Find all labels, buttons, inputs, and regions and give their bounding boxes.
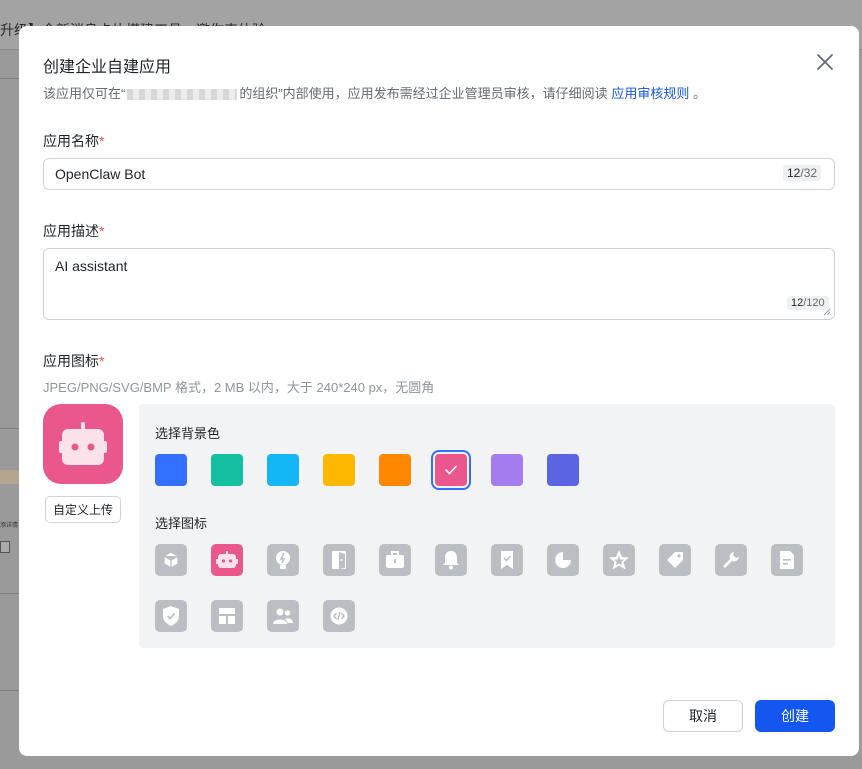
app-desc-value: AI assistant	[55, 258, 128, 274]
check-icon	[445, 465, 457, 475]
icon-option-users[interactable]	[267, 600, 299, 632]
robot-icon	[216, 551, 238, 568]
background-divider	[0, 428, 20, 429]
background-stripe	[0, 470, 20, 484]
subtitle-prefix: 该应用仅可在“	[43, 86, 126, 101]
icon-option-layout[interactable]	[211, 600, 243, 632]
app-desc-label: 应用描述*	[43, 221, 104, 241]
icon-option-lightbulb[interactable]	[267, 544, 299, 576]
cancel-button[interactable]: 取消	[663, 700, 743, 732]
app-icon-hint: JPEG/PNG/SVG/BMP 格式，2 MB 以内，大于 240*240 p…	[43, 380, 435, 395]
counter-max: /32	[800, 166, 818, 180]
star-icon	[609, 550, 629, 570]
background-divider	[0, 78, 20, 79]
background-tiny-text: 添详情	[0, 523, 19, 529]
robot-icon	[59, 422, 107, 465]
icon-option-shield-check[interactable]	[155, 600, 187, 632]
resize-handle-icon[interactable]	[823, 308, 831, 316]
bg-color-swatch[interactable]	[211, 454, 243, 486]
app-name-label: 应用名称*	[43, 131, 104, 151]
masked-org-name	[127, 89, 238, 101]
bell-icon	[443, 551, 459, 570]
cube-icon	[163, 551, 179, 569]
counter-current: 12	[791, 297, 804, 309]
icon-option-tag[interactable]	[659, 544, 691, 576]
subtitle-suffix: 。	[692, 86, 706, 101]
create-button[interactable]: 创建	[755, 700, 835, 732]
app-name-value: OpenClaw Bot	[55, 166, 146, 182]
icon-option-briefcase[interactable]	[379, 544, 411, 576]
background-divider	[0, 593, 20, 594]
bookmark-check-icon	[501, 551, 513, 569]
shield-check-icon	[163, 606, 179, 626]
bg-color-swatch[interactable]	[547, 454, 579, 486]
briefcase-icon	[386, 551, 404, 568]
app-name-char-counter: 12/32	[783, 165, 822, 181]
create-app-dialog: 创建企业自建应用 该应用仅可在“ 的组织”内部使用，应用发布需经过企业管理员审核，…	[19, 26, 859, 756]
wrench-icon	[723, 552, 739, 568]
icon-option-wrench[interactable]	[715, 544, 747, 576]
background-checkbox	[0, 541, 10, 553]
icon-picker-panel: 选择背景色 选择图标	[139, 404, 835, 648]
users-icon	[273, 608, 293, 624]
bg-color-swatch[interactable]	[431, 450, 471, 490]
app-icon-label-text: 应用图标	[43, 353, 99, 369]
counter-max: /120	[803, 297, 825, 309]
bg-color-swatch[interactable]	[323, 454, 355, 486]
icon-option-cube[interactable]	[155, 544, 187, 576]
icon-option-pie-chart[interactable]	[547, 544, 579, 576]
icon-option-star[interactable]	[603, 544, 635, 576]
dialog-subtitle: 该应用仅可在“ 的组织”内部使用，应用发布需经过企业管理员审核，请仔细阅读 应用审…	[43, 83, 706, 102]
dialog-title: 创建企业自建应用	[43, 59, 172, 76]
icon-option-bookmark-check[interactable]	[491, 544, 523, 576]
icon-option-document[interactable]	[771, 544, 803, 576]
required-mark: *	[99, 223, 105, 239]
document-icon	[780, 551, 794, 569]
icon-option-bell[interactable]	[435, 544, 467, 576]
icon-option-robot[interactable]	[211, 544, 243, 576]
counter-current: 12	[787, 166, 801, 180]
lightbulb-icon	[276, 551, 290, 569]
background-divider	[0, 690, 20, 691]
code-icon	[330, 607, 348, 625]
icon-option-code[interactable]	[323, 600, 355, 632]
close-button[interactable]	[813, 50, 837, 74]
bg-color-label: 选择背景色	[155, 426, 221, 441]
app-name-input[interactable]: OpenClaw Bot 12/32	[43, 158, 835, 190]
app-desc-textarea[interactable]: AI assistant 12/120	[43, 248, 835, 320]
door-icon	[332, 551, 346, 569]
bg-color-swatch[interactable]	[155, 454, 187, 486]
app-desc-label-text: 应用描述	[43, 223, 99, 239]
bg-color-swatch[interactable]	[379, 454, 411, 486]
app-name-label-text: 应用名称	[43, 133, 99, 149]
required-mark: *	[99, 353, 105, 369]
bg-color-swatch[interactable]	[491, 454, 523, 486]
app-icon-label: 应用图标*	[43, 351, 104, 371]
custom-upload-button[interactable]: 自定义上传	[45, 496, 121, 523]
subtitle-middle: 的组织”内部使用，应用发布需经过企业管理员审核，请仔细阅读	[239, 86, 608, 101]
tag-icon	[667, 552, 683, 568]
review-rules-link[interactable]: 应用审核规则	[611, 86, 689, 101]
app-icon-preview	[43, 404, 123, 484]
close-icon	[817, 54, 833, 70]
pie-chart-icon	[555, 551, 572, 568]
layout-icon	[219, 608, 235, 624]
icon-select-label: 选择图标	[155, 516, 208, 531]
required-mark: *	[99, 133, 105, 149]
icon-option-door[interactable]	[323, 544, 355, 576]
bg-color-swatch[interactable]	[267, 454, 299, 486]
